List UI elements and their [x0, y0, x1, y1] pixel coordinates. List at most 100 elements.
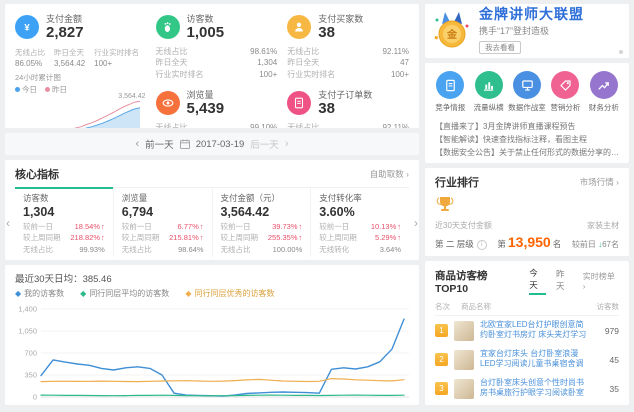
ranking-period-label: 近30天支付金额 [435, 220, 492, 231]
rank-badge: 1 [435, 324, 448, 337]
product-name-link[interactable]: 台灯卧室床头创意个性时尚书房书桌旅行护眼学习阅读卧室灯礼物台灯 [480, 378, 587, 399]
prev-day-button[interactable]: 前一天 [145, 137, 174, 151]
tab-visitors[interactable]: 访客数 1,304 较前一日18.54%↑ 较上周同期218.82%↑ 无线占比… [15, 188, 113, 257]
stat-label: 行业实时排名 [287, 69, 335, 81]
prev-chevron-icon[interactable]: ‹ [136, 138, 140, 150]
top10-row[interactable]: 4 北欧宜家个性美式实木台灯 简约现代 17 [435, 403, 619, 405]
product-visitors-top10-card: 商品访客榜TOP10 今天 昨天 实时榜单 › 名次 商品名称 访客数 1 北欧… [425, 261, 629, 405]
yesterday-dot-icon [45, 87, 50, 92]
core-metrics-card: 核心指标 自助取数 › ‹ › 访客数 1,304 较前一日18.54%↑ 较上… [5, 160, 419, 260]
product-name-link[interactable]: 北欧宜家LED台灯护眼创意简约卧室灯书房灯 床头夹灯学习阅读台灯 [480, 320, 587, 341]
svg-text:350: 350 [24, 371, 37, 380]
stat-value: 92.11% [382, 46, 409, 58]
module-marketing[interactable]: 营销分析 [546, 71, 584, 113]
metric-value: 2,827 [46, 25, 84, 42]
info-icon[interactable]: i [477, 240, 487, 250]
module-war-room[interactable]: 数据作战室 [508, 71, 546, 113]
quick-modules-card: 竞争情报 流量纵横 数据作战室 营销分析 财务分析 [425, 63, 629, 163]
pageviews-metric: 浏览量 5,439 无线占比99.10% 昨日全天6,794 [156, 88, 278, 128]
product-thumbnail [454, 379, 474, 399]
promo-banner[interactable]: 金 金牌讲师大联盟 携手“17”登封造极 我去看看 [425, 4, 629, 58]
legend-peer-average[interactable]: ◆同行同层平均的访客数 [80, 288, 169, 299]
legend-my-visitors[interactable]: ◆我的访客数 [15, 288, 64, 299]
notice-item[interactable]: 【数据安全公告】关于禁止任何形式的数据分享的公告 [435, 146, 619, 159]
module-traffic[interactable]: 流量纵横 [469, 71, 507, 113]
mini-chart-svg [15, 97, 143, 129]
top10-row[interactable]: 2 宜家台灯床头 台灯卧室浪漫LED学习阅读儿童书桌宿舍调光木质台灯 45 [435, 345, 619, 374]
date-navigation: ‹ 前一天 2017-03-19 后一天 › [5, 133, 419, 155]
stat-value: 1,304 [257, 57, 277, 69]
rank-badge: 2 [435, 353, 448, 366]
section-title: 核心指标 [15, 166, 59, 182]
diamond-marker-icon: ◆ [185, 289, 191, 298]
metric-value: 1,005 [187, 25, 225, 42]
up-arrow-icon: ↑ [397, 221, 401, 232]
payment-metric: ¥ 支付金额 2,827 [15, 12, 146, 42]
trend-arrow-icon [590, 71, 618, 99]
stat-value: 92.11% [382, 122, 409, 128]
tab-today[interactable]: 今天 [529, 267, 546, 295]
stat-value: 98.61% [250, 46, 277, 58]
section-title: 行业排行 [435, 174, 479, 190]
tab-payment-amount[interactable]: 支付金额（元） 3,564.42 较前一日39.73%↑ 较上周同期255.35… [212, 188, 311, 257]
realtime-rank-link[interactable]: 实时榜单 › [583, 271, 619, 291]
mini-24h-chart: 3,564.42 6121823 [15, 97, 146, 129]
top10-column-headers: 名次 商品名称 访客数 [435, 301, 619, 316]
legend-peer-excellent[interactable]: ◆同行同层优秀的访客数 [185, 288, 274, 299]
product-thumbnail [454, 350, 474, 370]
up-arrow-icon: ↑ [200, 221, 204, 232]
module-finance[interactable]: 财务分析 [585, 71, 623, 113]
svg-text:¥: ¥ [24, 22, 30, 33]
tab-conversion-rate[interactable]: 支付转化率 3.60% 较前一日10.13%↑ 较上周同期5.29%↑ 无线转化… [310, 188, 409, 257]
trend-chart-svg: 03507001,0501,400 [15, 301, 409, 407]
yen-icon: ¥ [15, 15, 39, 39]
stat-value: 3,564.42 [54, 59, 85, 68]
metric-value: 38 [318, 101, 372, 118]
self-service-data-link[interactable]: 自助取数 › [370, 168, 409, 180]
up-arrow-icon: ↑ [397, 232, 401, 243]
visitor-trend-card: 最近30天日均：385.46 ◆我的访客数 ◆同行同层平均的访客数 ◆同行同层优… [5, 265, 419, 405]
stat-label: 无线占比 [156, 46, 188, 58]
product-thumbnail [454, 321, 474, 341]
stat-label: 昨日全天 [156, 57, 188, 69]
tab-yesterday[interactable]: 昨天 [556, 268, 573, 294]
monitor-icon [513, 71, 541, 99]
up-arrow-icon: ↑ [299, 232, 303, 243]
visitor-count: 979 [593, 326, 619, 336]
trophy-icon [435, 195, 455, 213]
carousel-dot-icon[interactable] [619, 50, 623, 54]
suborders-metric: 支付子订单数 38 无线占比92.11% 昨日全天58 [287, 88, 409, 128]
diamond-marker-icon: ◆ [80, 289, 86, 298]
trend-subtitle: 最近30天日均：385.46 [15, 271, 409, 285]
rank-badge: 3 [435, 382, 448, 395]
top10-row[interactable]: 1 北欧宜家LED台灯护眼创意简约卧室灯书房灯 床头夹灯学习阅读台灯 979 [435, 316, 619, 345]
next-day-button[interactable]: 后一天 [250, 137, 279, 151]
stat-label: 无线占比 [287, 46, 319, 58]
tab-pageviews[interactable]: 浏览量 6,794 较前一日6.77%↑ 较上周同期215.81%↑ 无线占比9… [113, 188, 212, 257]
tabs-scroll-right-icon[interactable]: › [414, 216, 418, 230]
visitor-count: 35 [593, 384, 619, 394]
module-competition[interactable]: 竞争情报 [431, 71, 469, 113]
up-arrow-icon: ↑ [101, 232, 105, 243]
module-shortcuts: 竞争情报 流量纵横 数据作战室 营销分析 财务分析 [431, 71, 623, 113]
today-dot-icon [15, 87, 20, 92]
notice-item[interactable]: 【直播来了】3月金牌讲师直播课程预告 [435, 120, 619, 133]
top10-title: 商品访客榜TOP10 [435, 268, 519, 295]
overview-card: ¥ 支付金额 2,827 无线占比86.05% 昨日全天3,564.42 行业实… [5, 4, 419, 128]
notice-item[interactable]: 【智能解读】快速查找指标注释，看图主程 [435, 133, 619, 146]
svg-text:0: 0 [33, 393, 37, 402]
stat-value: 99.10% [250, 122, 277, 128]
date-display[interactable]: 2017-03-19 [196, 139, 245, 150]
product-name-link[interactable]: 宜家台灯床头 台灯卧室浪漫LED学习阅读儿童书桌宿舍调光木质台灯 [480, 349, 587, 370]
banner-cta-button[interactable]: 我去看看 [479, 41, 521, 54]
legend-label: 昨日 [52, 85, 67, 94]
metric-value: 5,439 [187, 101, 225, 118]
stat-value: 47 [400, 57, 409, 69]
footprint-icon [156, 15, 180, 39]
market-link[interactable]: 市场行情 › [580, 176, 619, 188]
top10-row[interactable]: 3 台灯卧室床头创意个性时尚书房书桌旅行护眼学习阅读卧室灯礼物台灯 35 [435, 374, 619, 403]
svg-text:1,050: 1,050 [18, 327, 37, 336]
next-chevron-icon[interactable]: › [285, 138, 289, 150]
industry-rank-value: 第13,950名 [497, 234, 561, 250]
tabs-scroll-left-icon[interactable]: ‹ [6, 216, 10, 230]
